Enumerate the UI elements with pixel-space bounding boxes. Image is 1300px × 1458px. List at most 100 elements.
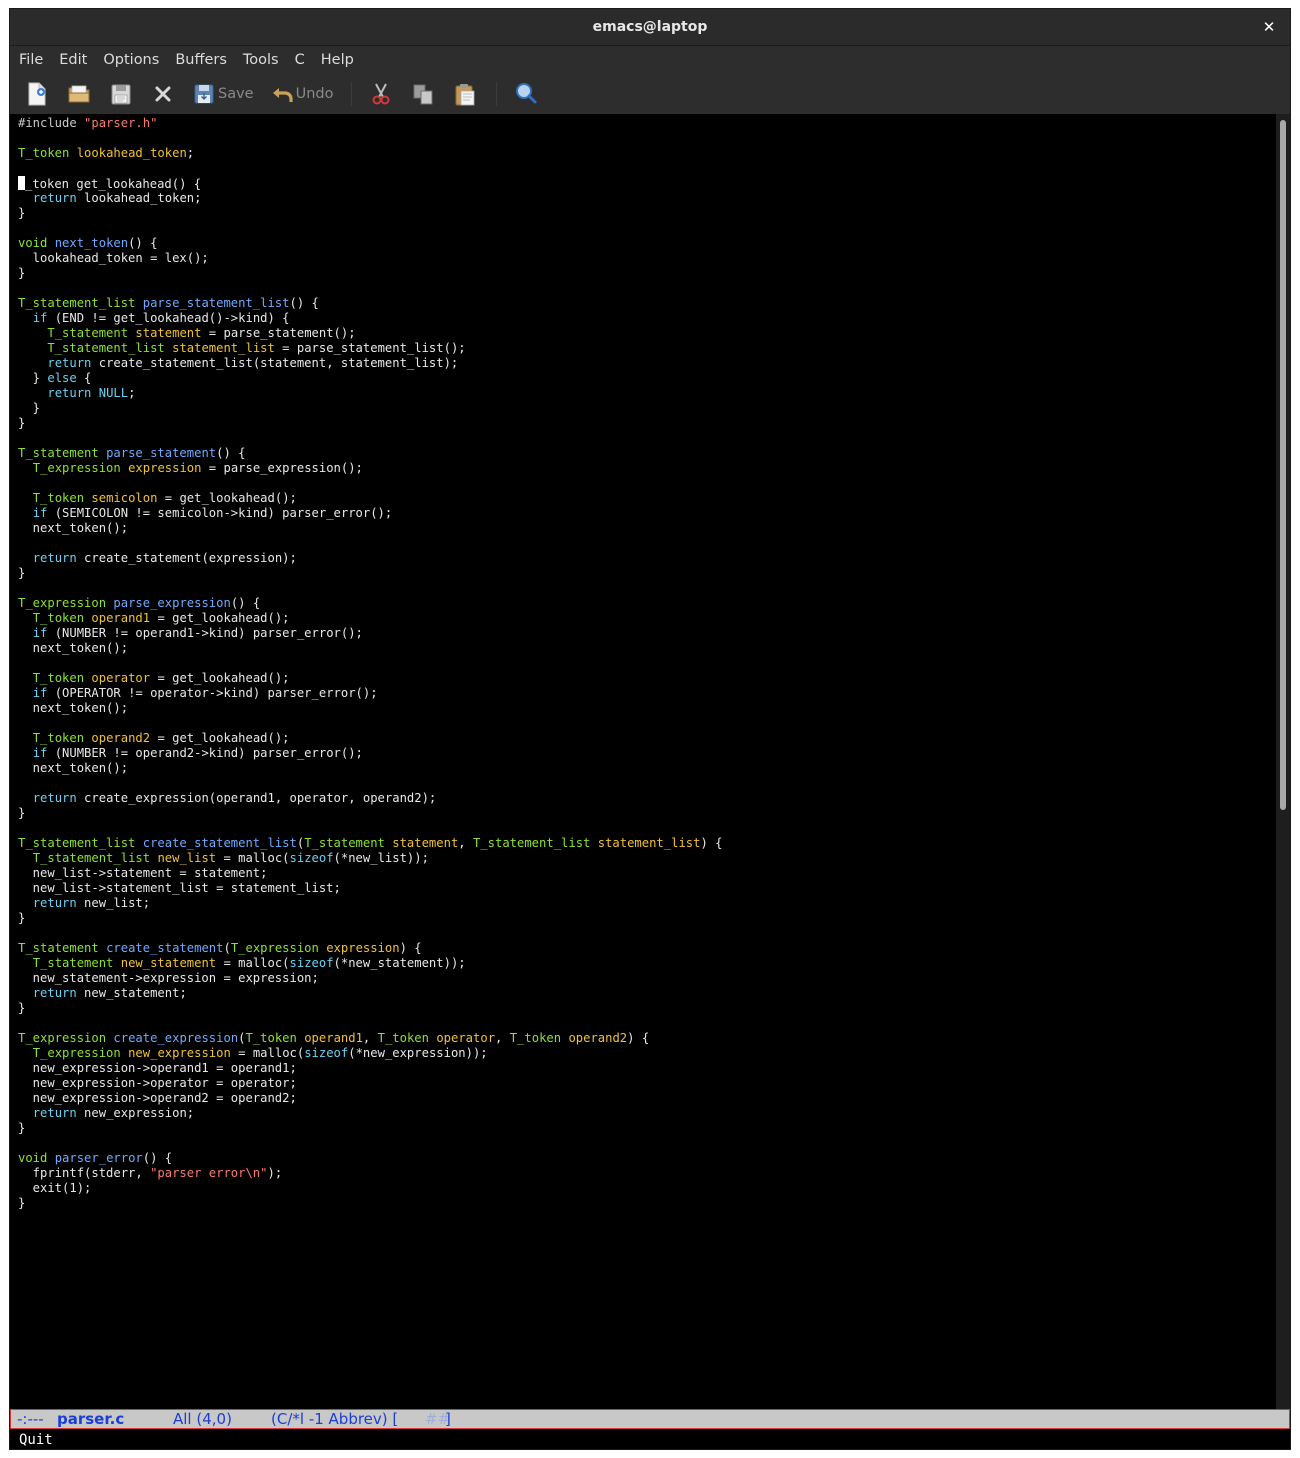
- code-line[interactable]: T_statement parse_statement() {: [18, 446, 722, 461]
- code-line[interactable]: }: [18, 206, 722, 221]
- code-view[interactable]: #include "parser.h" T_token lookahead_to…: [18, 116, 722, 1211]
- modeline-buffer-name[interactable]: parser.c: [57, 1410, 124, 1428]
- code-line[interactable]: return lookahead_token;: [18, 191, 722, 206]
- code-line[interactable]: T_statement_list new_list = malloc(sizeo…: [18, 851, 722, 866]
- code-line[interactable]: T_expression expression = parse_expressi…: [18, 461, 722, 476]
- code-line[interactable]: [18, 281, 722, 296]
- code-line[interactable]: fprintf(stderr, "parser error\n");: [18, 1166, 722, 1181]
- code-line[interactable]: return create_statement_list(statement, …: [18, 356, 722, 371]
- code-line[interactable]: T_statement statement = parse_statement(…: [18, 326, 722, 341]
- search-button[interactable]: [513, 78, 539, 110]
- code-line[interactable]: exit(1);: [18, 1181, 722, 1196]
- code-line[interactable]: if (END != get_lookahead()->kind) {: [18, 311, 722, 326]
- code-line[interactable]: next_token();: [18, 641, 722, 656]
- code-line[interactable]: T_statement_list parse_statement_list() …: [18, 296, 722, 311]
- menu-file[interactable]: File: [19, 52, 43, 68]
- code-line[interactable]: if (SEMICOLON != semicolon->kind) parser…: [18, 506, 722, 521]
- code-line[interactable]: T_token operand2 = get_lookahead();: [18, 731, 722, 746]
- code-line[interactable]: }: [18, 566, 722, 581]
- code-line[interactable]: next_token();: [18, 761, 722, 776]
- echo-area: Quit: [10, 1430, 1290, 1449]
- code-line[interactable]: new_list->statement_list = statement_lis…: [18, 881, 722, 896]
- code-line[interactable]: T_token semicolon = get_lookahead();: [18, 491, 722, 506]
- code-line[interactable]: T_statement new_statement = malloc(sizeo…: [18, 956, 722, 971]
- undo-button[interactable]: Undo: [270, 78, 334, 110]
- code-line[interactable]: [18, 1016, 722, 1031]
- code-line[interactable]: void parser_error() {: [18, 1151, 722, 1166]
- code-line[interactable]: lookahead_token = lex();: [18, 251, 722, 266]
- code-line[interactable]: T_token operand1 = get_lookahead();: [18, 611, 722, 626]
- save-file-button[interactable]: [108, 78, 134, 110]
- code-line[interactable]: T_expression parse_expression() {: [18, 596, 722, 611]
- code-line[interactable]: }: [18, 911, 722, 926]
- code-line[interactable]: void next_token() {: [18, 236, 722, 251]
- vertical-scrollbar[interactable]: [1276, 114, 1290, 1409]
- code-line[interactable]: T_token operator = get_lookahead();: [18, 671, 722, 686]
- new-file-button[interactable]: [24, 78, 50, 110]
- code-line[interactable]: new_statement->expression = expression;: [18, 971, 722, 986]
- scrollbar-thumb[interactable]: [1280, 120, 1286, 810]
- editor-text-area[interactable]: #include "parser.h" T_token lookahead_to…: [10, 114, 1276, 1409]
- code-line[interactable]: T_statement_list statement_list = parse_…: [18, 341, 722, 356]
- code-line[interactable]: }: [18, 1196, 722, 1211]
- save-button[interactable]: Save: [192, 78, 254, 110]
- open-file-button[interactable]: [66, 78, 92, 110]
- code-line[interactable]: if (NUMBER != operand2->kind) parser_err…: [18, 746, 722, 761]
- code-line[interactable]: [18, 161, 722, 176]
- code-line[interactable]: return create_expression(operand1, opera…: [18, 791, 722, 806]
- code-line[interactable]: _token get_lookahead() {: [18, 176, 722, 191]
- code-line[interactable]: #include "parser.h": [18, 116, 722, 131]
- code-line[interactable]: [18, 221, 722, 236]
- code-line[interactable]: [18, 431, 722, 446]
- paste-button[interactable]: [452, 78, 478, 110]
- code-line[interactable]: }: [18, 401, 722, 416]
- code-line[interactable]: [18, 476, 722, 491]
- code-line[interactable]: next_token();: [18, 701, 722, 716]
- code-line[interactable]: T_token lookahead_token;: [18, 146, 722, 161]
- code-line[interactable]: [18, 926, 722, 941]
- menu-options[interactable]: Options: [103, 52, 159, 68]
- code-line[interactable]: new_expression->operand1 = operand1;: [18, 1061, 722, 1076]
- menu-tools[interactable]: Tools: [243, 52, 279, 68]
- code-line[interactable]: new_expression->operand2 = operand2;: [18, 1091, 722, 1106]
- code-line[interactable]: [18, 581, 722, 596]
- code-line[interactable]: new_list->statement = statement;: [18, 866, 722, 881]
- code-line[interactable]: return new_list;: [18, 896, 722, 911]
- code-line[interactable]: next_token();: [18, 521, 722, 536]
- code-line[interactable]: [18, 131, 722, 146]
- code-line[interactable]: }: [18, 1001, 722, 1016]
- code-line[interactable]: if (NUMBER != operand1->kind) parser_err…: [18, 626, 722, 641]
- code-line[interactable]: return new_statement;: [18, 986, 722, 1001]
- code-line[interactable]: new_expression->operator = operator;: [18, 1076, 722, 1091]
- code-line[interactable]: T_statement create_statement(T_expressio…: [18, 941, 722, 956]
- code-line[interactable]: [18, 656, 722, 671]
- undo-label: Undo: [295, 86, 334, 102]
- window-close-button[interactable]: ✕: [1258, 16, 1280, 38]
- code-line[interactable]: return NULL;: [18, 386, 722, 401]
- code-line[interactable]: }: [18, 416, 722, 431]
- code-line[interactable]: } else {: [18, 371, 722, 386]
- close-buffer-button[interactable]: [150, 78, 176, 110]
- menu-buffers[interactable]: Buffers: [175, 52, 227, 68]
- code-line[interactable]: [18, 716, 722, 731]
- code-line[interactable]: [18, 821, 722, 836]
- menu-help[interactable]: Help: [321, 52, 354, 68]
- code-line[interactable]: return create_statement(expression);: [18, 551, 722, 566]
- code-line[interactable]: T_expression new_expression = malloc(siz…: [18, 1046, 722, 1061]
- code-line[interactable]: [18, 1136, 722, 1151]
- code-line[interactable]: return new_expression;: [18, 1106, 722, 1121]
- code-line[interactable]: [18, 776, 722, 791]
- copy-button[interactable]: [410, 78, 436, 110]
- menu-c[interactable]: C: [295, 52, 305, 68]
- code-line[interactable]: }: [18, 806, 722, 821]
- code-line[interactable]: [18, 536, 722, 551]
- code-line[interactable]: T_expression create_expression(T_token o…: [18, 1031, 722, 1046]
- menu-edit[interactable]: Edit: [59, 52, 87, 68]
- cut-button[interactable]: [368, 78, 394, 110]
- code-line[interactable]: if (OPERATOR != operator->kind) parser_e…: [18, 686, 722, 701]
- code-line[interactable]: }: [18, 266, 722, 281]
- code-line[interactable]: T_statement_list create_statement_list(T…: [18, 836, 722, 851]
- title-bar: emacs@laptop ✕: [10, 9, 1290, 46]
- modeline-modes[interactable]: (C/*l -1 Abbrev) [: [271, 1410, 398, 1428]
- code-line[interactable]: }: [18, 1121, 722, 1136]
